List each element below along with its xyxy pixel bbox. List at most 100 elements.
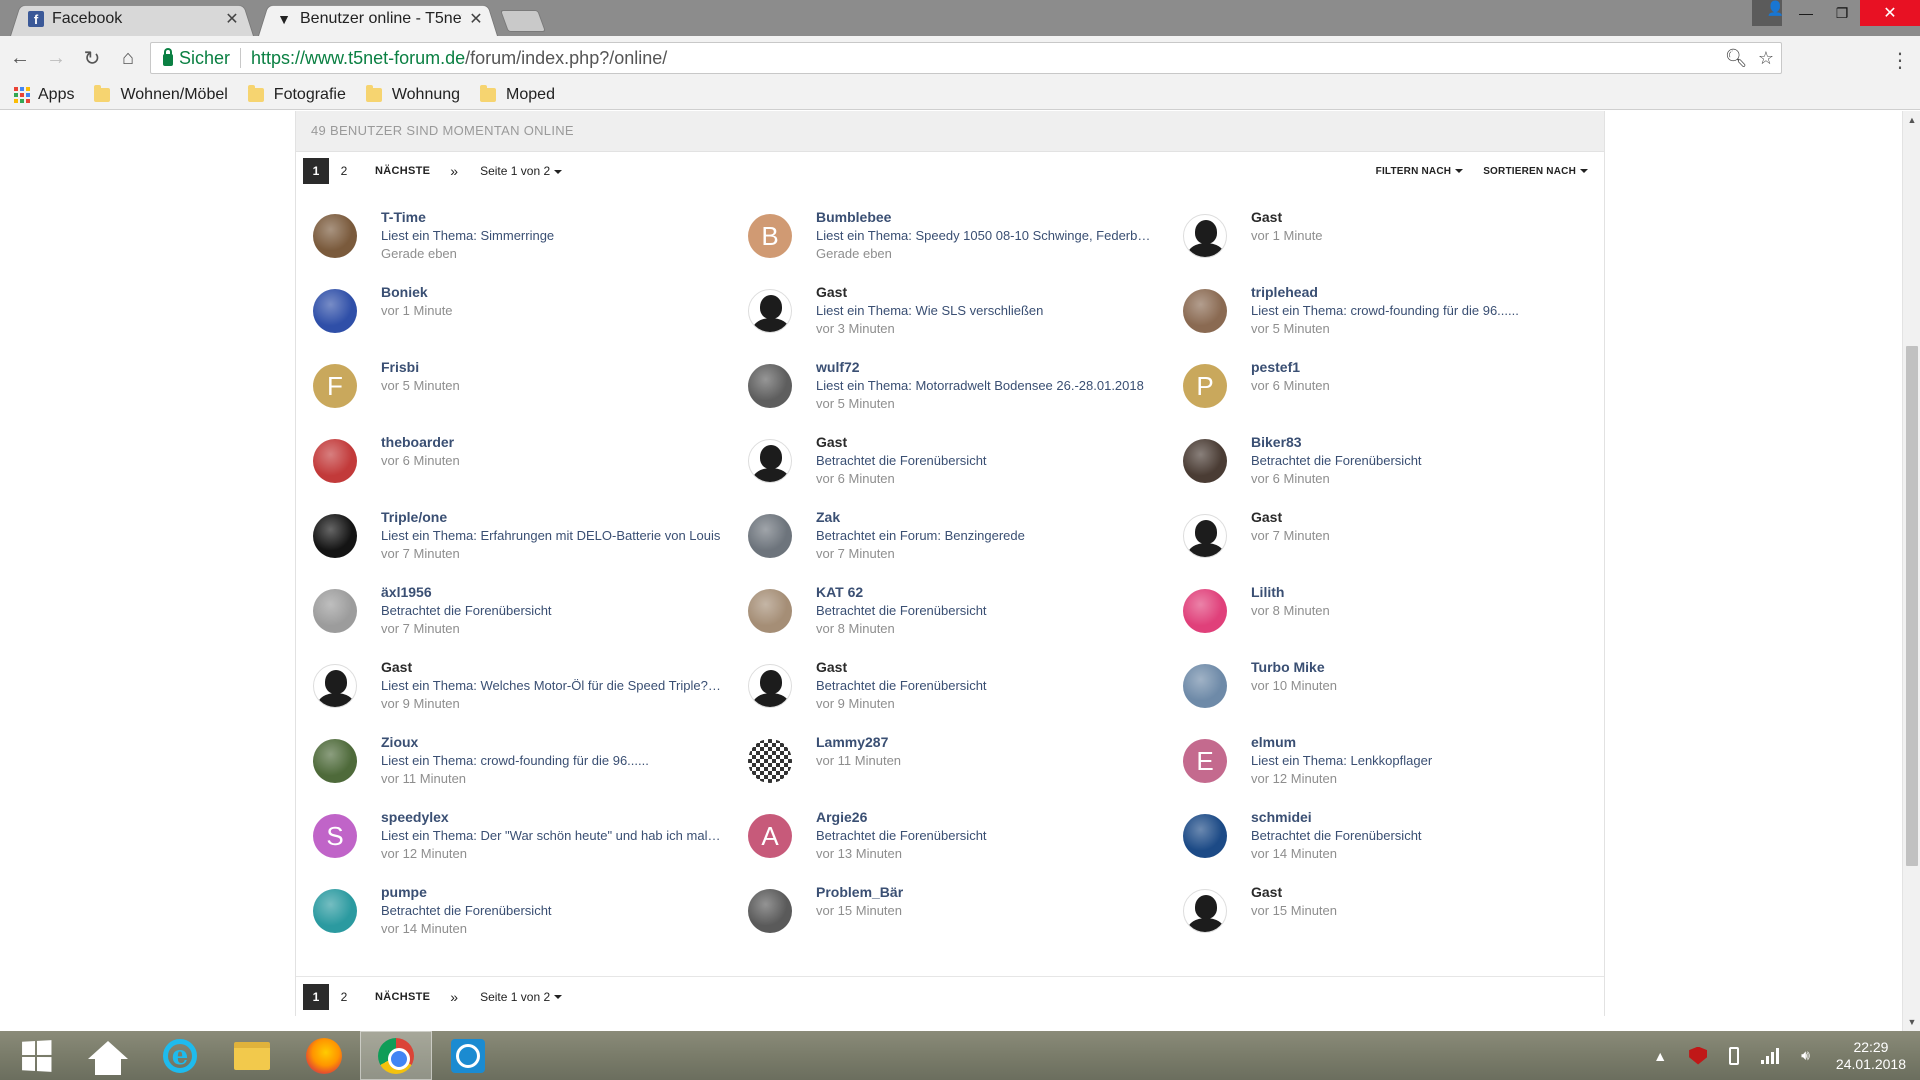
user-avatar-photo[interactable]: [748, 889, 792, 933]
guest-avatar-icon[interactable]: [748, 289, 792, 333]
user-activity-link[interactable]: Liest ein Thema: Wie SLS verschließen: [816, 302, 1043, 320]
user-activity-link[interactable]: Liest ein Thema: Der "War schön heute" u…: [381, 827, 721, 845]
user-avatar-photo[interactable]: [748, 364, 792, 408]
letter-avatar[interactable]: S: [313, 814, 357, 858]
last-page-button[interactable]: »: [450, 989, 458, 1005]
tab-facebook[interactable]: f Facebook ✕: [10, 2, 254, 36]
user-name-link[interactable]: Lammy287: [816, 732, 901, 752]
user-avatar-photo[interactable]: [1183, 664, 1227, 708]
close-tab-icon[interactable]: ✕: [224, 9, 240, 29]
reload-icon[interactable]: ↻: [76, 42, 108, 74]
page-1-button[interactable]: 1: [303, 158, 329, 184]
bookmark-moped[interactable]: Moped: [480, 84, 555, 104]
user-activity-link[interactable]: Betrachtet die Forenübersicht: [1251, 827, 1422, 845]
user-avatar-photo[interactable]: [748, 514, 792, 558]
user-name-link[interactable]: Zak: [816, 507, 1025, 527]
page-1-button[interactable]: 1: [303, 983, 329, 1010]
guest-avatar-icon[interactable]: [313, 664, 357, 708]
user-activity-link[interactable]: Liest ein Thema: Simmerringe: [381, 227, 554, 245]
close-window-icon[interactable]: ✕: [1860, 0, 1920, 26]
letter-avatar[interactable]: B: [748, 214, 792, 258]
address-bar[interactable]: Sicher https://www.t5net-forum.de/forum/…: [150, 42, 1782, 74]
filter-dropdown[interactable]: FILTERN NACH: [1376, 166, 1464, 177]
user-activity-link[interactable]: Betrachtet die Forenübersicht: [816, 602, 987, 620]
user-name-link[interactable]: Biker83: [1251, 432, 1422, 452]
user-name-link[interactable]: Boniek: [381, 282, 453, 302]
taskbar-firefox[interactable]: [288, 1031, 360, 1080]
start-button[interactable]: [0, 1031, 72, 1080]
user-activity-link[interactable]: Liest ein Thema: Welches Motor-Öl für di…: [381, 677, 721, 695]
user-avatar-photo[interactable]: [313, 739, 357, 783]
user-name-link[interactable]: KAT 62: [816, 582, 987, 602]
user-name-link[interactable]: Argie26: [816, 807, 987, 827]
user-activity-link[interactable]: Betrachtet die Forenübersicht: [381, 902, 552, 920]
user-avatar-photo[interactable]: [748, 589, 792, 633]
taskbar-remote-desktop[interactable]: [432, 1031, 504, 1080]
user-activity-link[interactable]: Betrachtet die Forenübersicht: [816, 677, 987, 695]
user-name-link[interactable]: Problem_Bär: [816, 882, 903, 902]
letter-avatar[interactable]: A: [748, 814, 792, 858]
user-activity-link[interactable]: Betrachtet die Forenübersicht: [1251, 452, 1422, 470]
user-name-link[interactable]: triplehead: [1251, 282, 1519, 302]
user-name-link[interactable]: wulf72: [816, 357, 1144, 377]
zoom-icon[interactable]: 🔍︎: [1721, 48, 1751, 69]
url-text[interactable]: https://www.t5net-forum.de/forum/index.p…: [251, 48, 1721, 69]
user-profile-icon[interactable]: 👤: [1752, 0, 1784, 26]
user-name-link[interactable]: Frisbi: [381, 357, 460, 377]
user-activity-link[interactable]: Betrachtet die Forenübersicht: [816, 452, 987, 470]
chrome-menu-icon[interactable]: ⋮: [1890, 48, 1910, 73]
guest-avatar-icon[interactable]: [748, 439, 792, 483]
scroll-up-icon[interactable]: ▲: [1903, 111, 1920, 129]
taskbar-home[interactable]: [72, 1031, 144, 1080]
user-avatar-photo[interactable]: [313, 439, 357, 483]
guest-avatar-icon[interactable]: [1183, 889, 1227, 933]
user-name-link[interactable]: elmum: [1251, 732, 1432, 752]
user-avatar-photo[interactable]: [1183, 289, 1227, 333]
home-button-icon[interactable]: ⌂: [112, 42, 144, 74]
tab-benutzer-online[interactable]: ▼ Benutzer online - T5net-F ✕: [258, 2, 498, 36]
user-name-link[interactable]: Lilith: [1251, 582, 1330, 602]
user-avatar-photo[interactable]: [313, 214, 357, 258]
user-activity-link[interactable]: Betrachtet ein Forum: Benzingerede: [816, 527, 1025, 545]
user-activity-link[interactable]: Liest ein Thema: Speedy 1050 08-10 Schwi…: [816, 227, 1156, 245]
letter-avatar[interactable]: P: [1183, 364, 1227, 408]
user-name-link[interactable]: pestef1: [1251, 357, 1330, 377]
user-name-link[interactable]: Turbo Mike: [1251, 657, 1337, 677]
scrollbar-thumb[interactable]: [1906, 346, 1918, 866]
close-tab-icon[interactable]: ✕: [468, 9, 484, 29]
user-activity-link[interactable]: Liest ein Thema: Motorradwelt Bodensee 2…: [816, 377, 1144, 395]
volume-icon[interactable]: 🔊︎: [1801, 1047, 1810, 1064]
user-activity-link[interactable]: Liest ein Thema: Lenkkopflager: [1251, 752, 1432, 770]
new-tab-button[interactable]: [499, 10, 547, 32]
sort-dropdown[interactable]: SORTIEREN NACH: [1483, 166, 1588, 177]
user-name-link[interactable]: theboarder: [381, 432, 460, 452]
letter-avatar[interactable]: E: [1183, 739, 1227, 783]
user-avatar-photo[interactable]: [748, 739, 792, 783]
page-jump-dropdown[interactable]: Seite 1 von 2: [480, 164, 563, 178]
page-2-button[interactable]: 2: [331, 158, 357, 184]
mcafee-shield-icon[interactable]: [1689, 1046, 1708, 1065]
user-activity-link[interactable]: Betrachtet die Forenübersicht: [816, 827, 987, 845]
user-name-link[interactable]: Zioux: [381, 732, 649, 752]
taskbar-internet-explorer[interactable]: e: [144, 1031, 216, 1080]
user-name-link[interactable]: T-Time: [381, 207, 554, 227]
bookmark-wohnen-moebel[interactable]: Wohnen/Möbel: [94, 84, 228, 104]
bookmark-star-icon[interactable]: ☆: [1751, 48, 1781, 69]
user-avatar-photo[interactable]: [1183, 589, 1227, 633]
user-avatar-photo[interactable]: [1183, 439, 1227, 483]
user-name-link[interactable]: Bumblebee: [816, 207, 1156, 227]
guest-avatar-icon[interactable]: [1183, 214, 1227, 258]
page-jump-dropdown[interactable]: Seite 1 von 2: [480, 990, 563, 1004]
bookmark-wohnung[interactable]: Wohnung: [365, 84, 460, 104]
system-clock[interactable]: 22:29 24.01.2018: [1836, 1039, 1906, 1073]
user-activity-link[interactable]: Liest ein Thema: Erfahrungen mit DELO-Ba…: [381, 527, 720, 545]
show-hidden-icons-icon[interactable]: ▲: [1653, 1048, 1667, 1064]
page-scrollbar[interactable]: ▲ ▼: [1902, 111, 1920, 1031]
user-avatar-photo[interactable]: [1183, 814, 1227, 858]
user-name-link[interactable]: pumpe: [381, 882, 552, 902]
user-avatar-photo[interactable]: [313, 589, 357, 633]
next-page-button[interactable]: NÄCHSTE: [375, 991, 430, 1003]
next-page-button[interactable]: NÄCHSTE: [375, 165, 430, 177]
battery-icon[interactable]: [1729, 1046, 1740, 1065]
minimize-icon[interactable]: —: [1788, 0, 1824, 26]
